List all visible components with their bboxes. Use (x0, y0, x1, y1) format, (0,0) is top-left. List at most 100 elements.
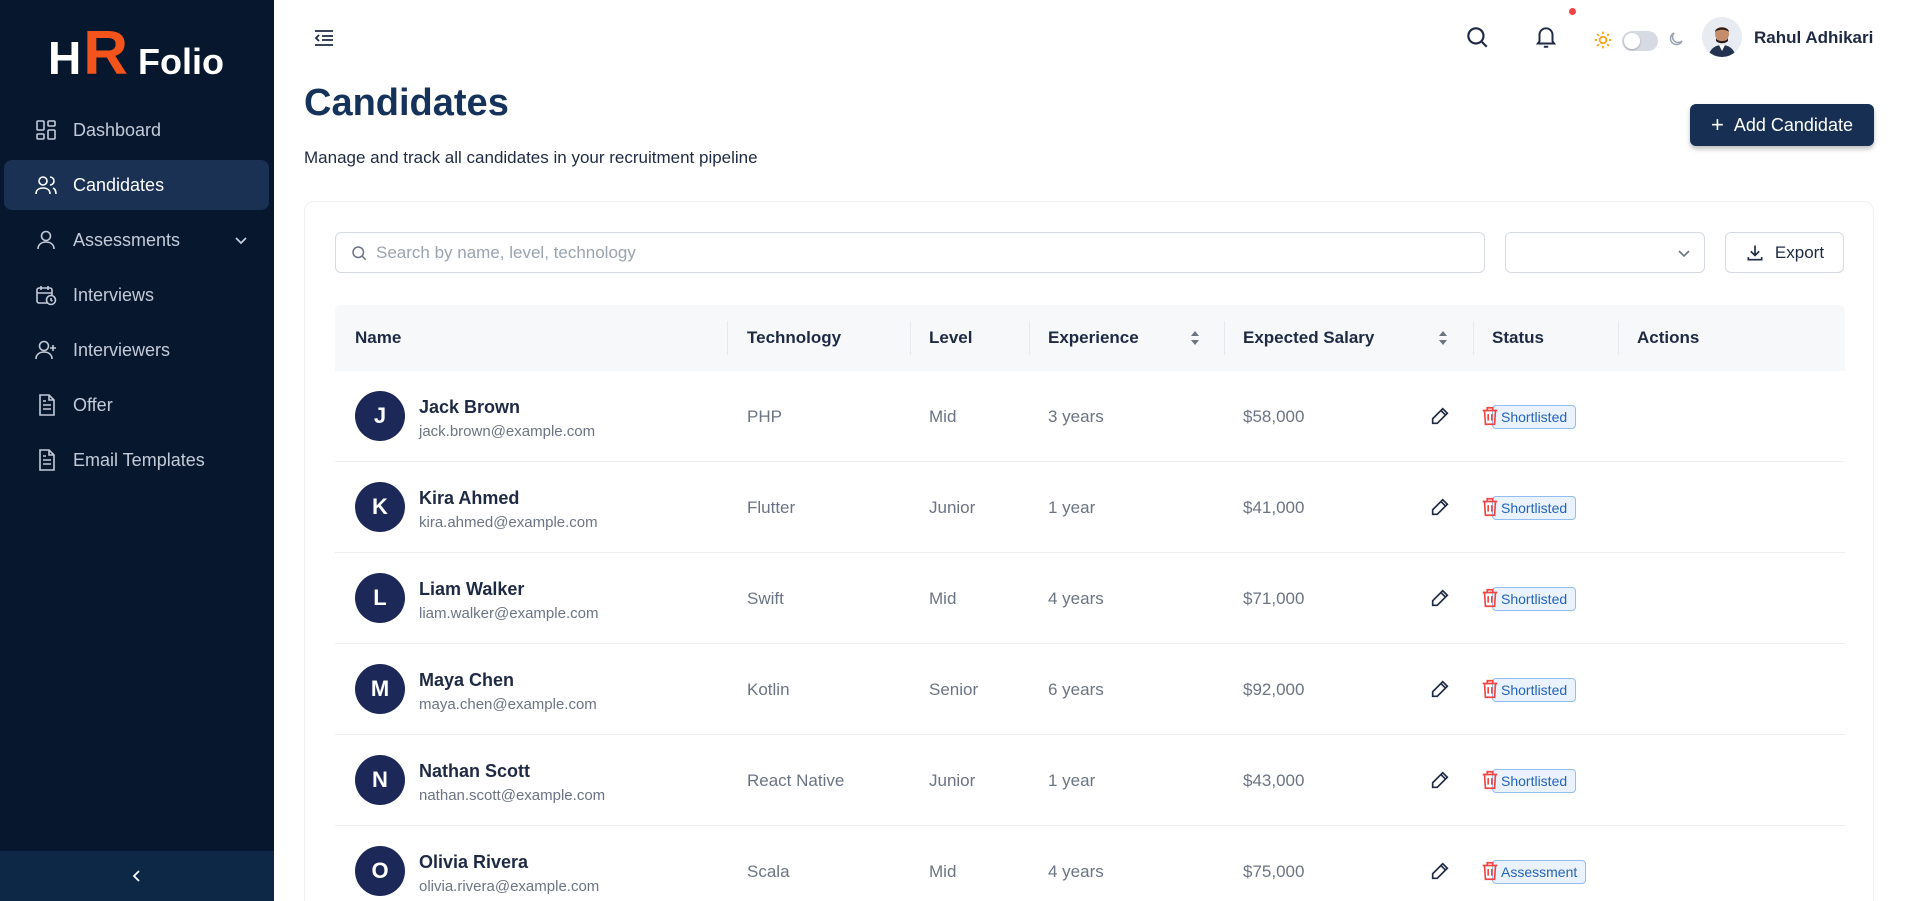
cell-expected-salary: $58,000 (1243, 406, 1305, 426)
column-divider (1029, 321, 1030, 355)
column-header-level[interactable]: Level (929, 305, 972, 371)
table-row[interactable]: J Jack Brown jack.brown@example.com PHP … (335, 371, 1845, 462)
table-row[interactable]: M Maya Chen maya.chen@example.com Kotlin… (335, 644, 1845, 735)
page-subtitle: Manage and track all candidates in your … (304, 148, 758, 167)
user-plus-icon (35, 340, 56, 360)
cell-experience: 3 years (1048, 406, 1104, 426)
document-icon (39, 394, 55, 416)
cell-expected-salary: $92,000 (1243, 679, 1305, 699)
page-title: Candidates (304, 82, 509, 124)
users-icon (35, 176, 57, 195)
sidebar-item-dashboard[interactable]: Dashboard (4, 105, 269, 155)
table-row[interactable]: N Nathan Scott nathan.scott@example.com … (335, 735, 1845, 826)
sort-icon[interactable] (1438, 329, 1448, 347)
delete-trash-icon[interactable] (1479, 860, 1501, 882)
sidebar-item-email-templates[interactable]: Email Templates (4, 435, 269, 485)
menu-toggle-icon[interactable] (312, 26, 336, 50)
sidebar: H R Folio Dashboard Candidates Assessmen… (0, 0, 274, 901)
edit-pencil-icon[interactable] (1429, 496, 1451, 518)
export-label: Export (1774, 242, 1825, 262)
sidebar-item-label: Interviewers (73, 339, 171, 360)
cell-level: Junior (929, 770, 976, 790)
sidebar-item-interviewers[interactable]: Interviewers (4, 325, 269, 375)
app-logo[interactable]: H R Folio (48, 18, 224, 88)
user-name[interactable]: Rahul Adhikari (1754, 28, 1873, 48)
sidebar-collapse-button[interactable] (0, 851, 274, 901)
table-row[interactable]: O Olivia Rivera olivia.rivera@example.co… (335, 826, 1845, 901)
sidebar-item-label: Email Templates (73, 449, 205, 470)
sidebar-item-label: Assessments (73, 229, 181, 250)
cell-expected-salary: $41,000 (1243, 497, 1305, 517)
candidate-avatar: O (355, 846, 405, 896)
user-icon (37, 230, 55, 250)
cell-technology: Scala (747, 861, 790, 881)
sidebar-item-label: Offer (73, 394, 113, 415)
sidebar-item-assessments[interactable]: Assessments (4, 215, 269, 265)
column-header-experience[interactable]: Experience (1048, 305, 1139, 371)
edit-pencil-icon[interactable] (1429, 587, 1451, 609)
candidate-name[interactable]: Liam Walker (419, 579, 524, 600)
search-icon[interactable] (1464, 24, 1490, 50)
download-icon (1747, 245, 1763, 260)
edit-pencil-icon[interactable] (1429, 405, 1451, 427)
column-header-technology[interactable]: Technology (747, 305, 841, 371)
cell-level: Mid (929, 588, 957, 608)
candidates-table: Name Technology Level Experience Expecte… (335, 305, 1845, 901)
sidebar-item-candidates[interactable]: Candidates (4, 160, 269, 210)
sidebar-item-label: Interviews (73, 284, 155, 305)
cell-technology: React Native (747, 770, 845, 790)
logo-letter-r: R (83, 19, 129, 88)
delete-trash-icon[interactable] (1479, 496, 1501, 518)
theme-toggle[interactable] (1622, 31, 1658, 51)
sidebar-item-interviews[interactable]: Interviews (4, 270, 269, 320)
cell-experience: 1 year (1048, 770, 1096, 790)
candidate-name[interactable]: Jack Brown (419, 397, 520, 418)
table-header: Name Technology Level Experience Expecte… (335, 305, 1845, 371)
column-header-status[interactable]: Status (1492, 305, 1544, 371)
column-header-name[interactable]: Name (355, 305, 401, 371)
status-filter-select[interactable] (1505, 232, 1705, 273)
add-candidate-label: Add Candidate (1733, 114, 1853, 135)
cell-level: Mid (929, 861, 957, 881)
column-header-expected-salary[interactable]: Expected Salary (1243, 305, 1374, 371)
delete-trash-icon[interactable] (1479, 405, 1501, 427)
search-field[interactable] (335, 232, 1485, 273)
dashboard-icon (36, 120, 56, 140)
bell-icon[interactable] (1533, 24, 1559, 50)
cell-expected-salary: $43,000 (1243, 770, 1305, 790)
status-badge: Shortlisted (1492, 495, 1577, 520)
candidate-name[interactable]: Olivia Rivera (419, 852, 528, 873)
table-row[interactable]: L Liam Walker liam.walker@example.com Sw… (335, 553, 1845, 644)
cell-experience: 4 years (1048, 588, 1104, 608)
chevron-down-icon (1678, 250, 1690, 258)
cell-level: Junior (929, 497, 976, 517)
table-row[interactable]: K Kira Ahmed kira.ahmed@example.com Flut… (335, 462, 1845, 553)
cell-level: Mid (929, 406, 957, 426)
sidebar-item-label: Candidates (73, 174, 165, 195)
edit-pencil-icon[interactable] (1429, 860, 1451, 882)
user-photo-icon (1702, 17, 1742, 57)
candidate-avatar: L (355, 573, 405, 623)
column-header-actions: Actions (1637, 328, 1700, 347)
user-avatar[interactable] (1702, 17, 1742, 57)
candidate-email: olivia.rivera@example.com (419, 878, 600, 895)
candidate-name[interactable]: Nathan Scott (419, 761, 530, 782)
edit-pencil-icon[interactable] (1429, 769, 1451, 791)
export-button[interactable]: Export (1725, 232, 1844, 273)
cell-technology: Kotlin (747, 679, 790, 699)
chevron-down-icon[interactable] (233, 232, 249, 248)
delete-trash-icon[interactable] (1479, 587, 1501, 609)
edit-pencil-icon[interactable] (1429, 678, 1451, 700)
status-badge: Shortlisted (1492, 586, 1577, 611)
delete-trash-icon[interactable] (1479, 678, 1501, 700)
sort-icon[interactable] (1190, 329, 1200, 347)
delete-trash-icon[interactable] (1479, 769, 1501, 791)
candidate-name[interactable]: Maya Chen (419, 670, 514, 691)
cell-technology: Flutter (747, 497, 796, 517)
sidebar-item-offer[interactable]: Offer (4, 380, 269, 430)
candidate-email: kira.ahmed@example.com (419, 514, 598, 531)
add-candidate-button[interactable]: + Add Candidate (1690, 104, 1874, 146)
candidate-name[interactable]: Kira Ahmed (419, 488, 519, 509)
candidate-email: jack.brown@example.com (419, 423, 596, 440)
search-input[interactable] (376, 242, 1456, 263)
